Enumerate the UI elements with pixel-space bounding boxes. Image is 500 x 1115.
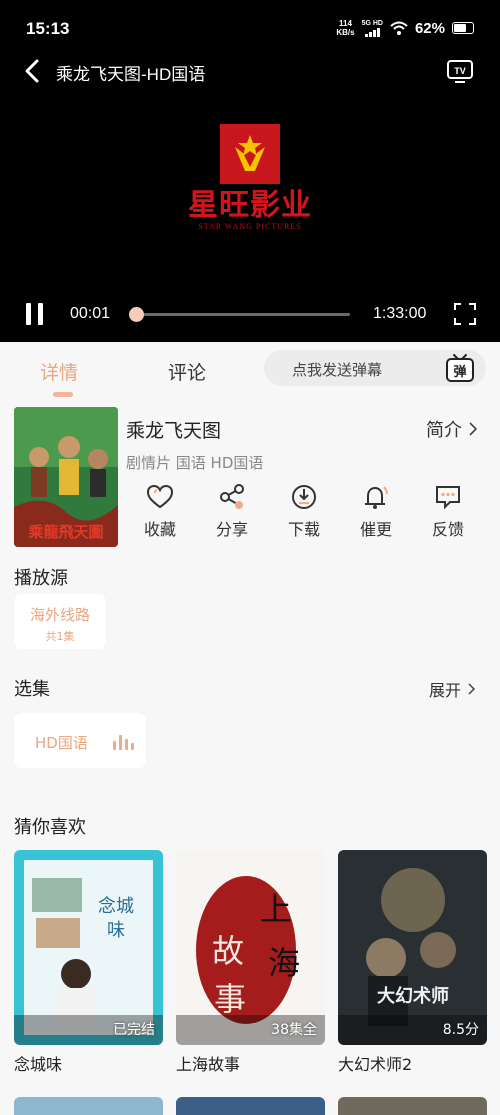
recommend-badge: 已完结 [113, 1022, 155, 1038]
recommend-name: 大幻术师2 [338, 1055, 413, 1074]
action-bar: 收藏 分享 下载 催更 反馈 [124, 482, 500, 548]
svg-text:TV: TV [454, 66, 466, 76]
recommend-item-partial[interactable] [338, 1097, 487, 1115]
recommend-item-partial[interactable] [14, 1097, 163, 1115]
urge-update-button[interactable]: 催更 [340, 482, 412, 540]
danmu-input[interactable]: 点我发送弹幕 弹 [264, 350, 486, 386]
intro-link[interactable]: 简介 [426, 416, 478, 442]
battery-percent: 62% [414, 19, 445, 37]
expand-label: 展开 [428, 681, 461, 700]
intro-label: 简介 [426, 420, 462, 441]
episodes-section-title: 选集 [14, 679, 50, 700]
tab-indicator [53, 392, 73, 397]
source-section-title: 播放源 [14, 568, 68, 589]
recommend-poster: 念城 味 已完结 [14, 850, 163, 1045]
back-icon[interactable] [18, 56, 48, 86]
svg-text:故: 故 [212, 932, 244, 970]
recommend-poster: 上 故 海 事 38集全 [176, 850, 325, 1045]
svg-text:乘龍飛天圖: 乘龍飛天圖 [27, 523, 103, 541]
recommend-poster: 大幻术师 8.5分 [338, 850, 487, 1045]
playing-icon [113, 734, 134, 750]
signal-icon: 5G HD [362, 20, 383, 37]
recommend-item[interactable]: 念城 味 已完结 念城味 [14, 850, 163, 1075]
logo-text: 星旺影业 [188, 188, 312, 223]
recommend-name: 上海故事 [176, 1055, 241, 1074]
chevron-right-icon [468, 683, 476, 695]
download-button[interactable]: 下载 [268, 482, 340, 540]
tv-cast-icon[interactable]: TV [446, 58, 474, 84]
expand-link[interactable]: 展开 [429, 677, 476, 701]
player-controls: 00:01 1:33:00 [0, 295, 500, 335]
wifi-icon [390, 21, 408, 35]
source-card[interactable]: 海外线路 共1集 [14, 594, 106, 649]
studio-logo: 星旺影业 STAR WANG PICTURES [182, 124, 318, 236]
net-speed: 114 KB/s [336, 19, 355, 37]
pause-icon[interactable] [24, 303, 46, 325]
source-count: 共1集 [45, 630, 75, 643]
tab-detail[interactable]: 详情 [40, 358, 78, 385]
total-time: 1:33:00 [373, 305, 427, 322]
progress-bar[interactable] [129, 307, 350, 322]
status-bar: 15:13 114 KB/s 5G HD 62% [0, 0, 500, 60]
progress-knob[interactable] [129, 307, 144, 322]
tab-comment[interactable]: 评论 [168, 358, 206, 385]
logo-subtitle: STAR WANG PICTURES [198, 222, 302, 231]
svg-text:弹: 弹 [453, 364, 466, 380]
danmu-icon[interactable]: 弹 [444, 352, 476, 384]
svg-text:念城: 念城 [98, 895, 134, 917]
recommend-item[interactable]: 上 故 海 事 38集全 上海故事 [176, 850, 325, 1075]
video-player[interactable]: 15:13 114 KB/s 5G HD 62% 乘龙飞天图-HD国语 TV 星… [0, 0, 500, 342]
heart-icon [146, 484, 174, 509]
svg-text:味: 味 [107, 920, 125, 941]
svg-text:大幻术师: 大幻术师 [377, 985, 449, 1007]
recommend-item-partial[interactable] [176, 1097, 325, 1115]
favorite-button[interactable]: 收藏 [124, 482, 196, 540]
logo-emblem [220, 124, 280, 184]
movie-title: 乘龙飞天图 [126, 420, 222, 442]
recommend-badge: 38集全 [271, 1022, 317, 1038]
bell-icon [365, 486, 388, 509]
feedback-icon [436, 486, 460, 510]
chevron-right-icon [469, 422, 478, 436]
current-time: 00:01 [70, 305, 111, 322]
movie-poster[interactable]: 乘龍飛天圖 [14, 407, 118, 547]
fullscreen-icon[interactable] [454, 303, 476, 325]
svg-text:事: 事 [214, 980, 246, 1018]
video-title: 乘龙飞天图-HD国语 [56, 65, 206, 84]
movie-meta: 剧情片 国语 HD国语 [126, 454, 264, 472]
detail-tabs: 详情 评论 点我发送弹幕 弹 [0, 342, 500, 402]
status-time: 15:13 [26, 19, 70, 38]
recommend-item[interactable]: 大幻术师 8.5分 大幻术师2 [338, 850, 487, 1075]
recommend-name: 念城味 [14, 1055, 63, 1074]
feedback-button[interactable]: 反馈 [412, 482, 484, 540]
download-icon [292, 485, 316, 509]
episode-name: HD国语 [35, 734, 88, 752]
source-name: 海外线路 [29, 606, 90, 624]
battery-icon [452, 22, 474, 34]
share-icon [220, 484, 244, 509]
recommend-badge: 8.5分 [442, 1022, 479, 1038]
share-button[interactable]: 分享 [196, 482, 268, 540]
svg-text:海: 海 [268, 944, 300, 982]
recommend-section-title: 猜你喜欢 [14, 817, 86, 838]
episode-card[interactable]: HD国语 [14, 713, 146, 768]
danmu-placeholder: 点我发送弹幕 [292, 361, 383, 379]
svg-text:上: 上 [260, 890, 292, 928]
status-icons: 114 KB/s 5G HD 62% [336, 19, 474, 37]
